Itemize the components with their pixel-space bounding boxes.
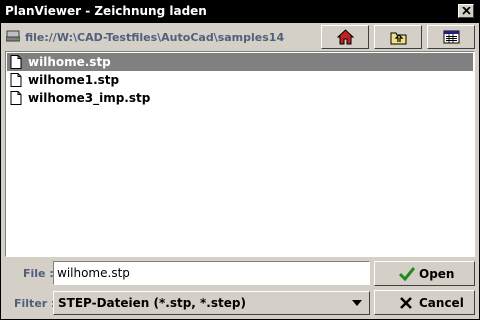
folder-up-icon [390,32,407,45]
file-item[interactable]: wilhome.stp [7,53,473,71]
file-name: wilhome.stp [28,55,111,69]
file-item[interactable]: wilhome1.stp [7,71,473,89]
cancel-button[interactable]: Cancel [374,290,475,315]
filter-label: Filter : [14,297,56,310]
file-name-input[interactable] [53,261,370,285]
open-label: Open [419,267,455,281]
cancel-x-icon [400,297,412,309]
window-title: PlanViewer - Zeichnung laden [5,4,207,18]
file-icon [10,73,22,87]
file-icon [10,55,22,69]
file-icon [10,91,22,105]
path-bar: file://W:\CAD-Testfiles\AutoCad\samples1… [1,23,479,51]
close-button[interactable] [458,4,474,18]
chevron-down-icon [352,300,362,306]
file-name: wilhome3_imp.stp [28,91,151,105]
list-view-button[interactable] [427,25,475,49]
filter-dropdown[interactable]: STEP-Dateien (*.stp, *.step) [53,291,370,315]
close-icon [462,7,471,15]
file-list[interactable]: wilhome.stp wilhome1.stp wilhome3_imp.st… [5,51,475,257]
file-name: wilhome1.stp [28,73,120,87]
open-button[interactable]: Open [374,261,475,286]
folder-up-button[interactable] [374,25,422,49]
current-path: file://W:\CAD-Testfiles\AutoCad\samples1… [25,31,285,44]
home-button[interactable] [321,25,369,49]
list-view-icon [443,30,460,44]
filter-value: STEP-Dateien (*.stp, *.step) [58,296,246,310]
cancel-label: Cancel [419,296,464,310]
file-label: File : [23,267,54,280]
title-bar[interactable]: PlanViewer - Zeichnung laden [1,1,479,23]
file-dialog-window: PlanViewer - Zeichnung laden file://W:\C… [0,0,480,320]
checkmark-icon [399,267,415,281]
home-icon [337,29,354,45]
file-item[interactable]: wilhome3_imp.stp [7,89,473,107]
drive-icon [6,30,20,42]
